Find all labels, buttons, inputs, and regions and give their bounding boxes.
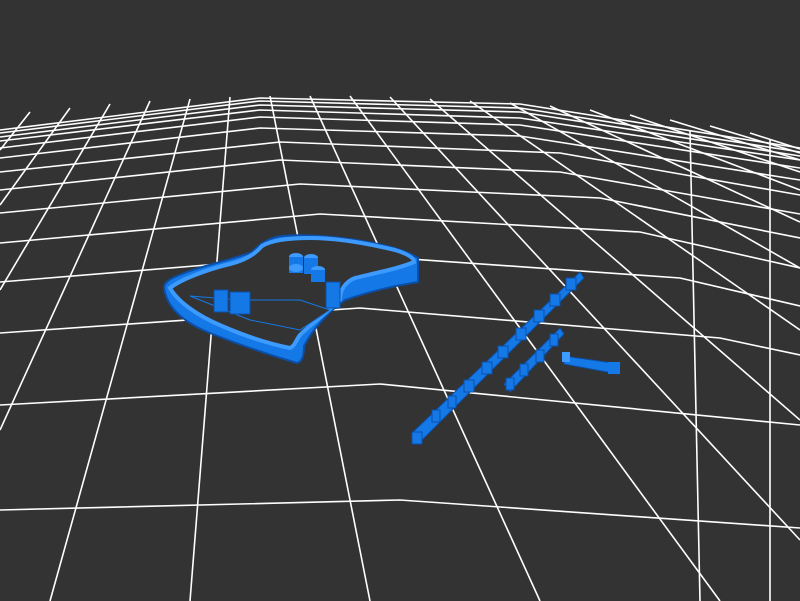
grid-line bbox=[0, 183, 800, 239]
cutter-post bbox=[325, 281, 341, 309]
small-bar-piece[interactable] bbox=[562, 352, 621, 375]
grid-line bbox=[189, 96, 231, 601]
grid-line bbox=[509, 102, 800, 269]
grid-line bbox=[0, 103, 111, 291]
ground-grid bbox=[0, 95, 800, 601]
cutter-post bbox=[213, 289, 229, 313]
grid-line bbox=[0, 499, 800, 529]
grid-line bbox=[689, 129, 701, 601]
grid-line bbox=[0, 100, 151, 431]
grid-line bbox=[0, 104, 800, 157]
3d-scene bbox=[0, 95, 800, 601]
grid-line bbox=[49, 98, 191, 601]
3d-viewport[interactable] bbox=[0, 0, 800, 601]
grid-line bbox=[549, 105, 800, 223]
grid-line bbox=[389, 96, 800, 541]
cutter-peg bbox=[311, 270, 325, 282]
guitar-body-cutter-outline[interactable] bbox=[162, 234, 419, 365]
grid-line bbox=[0, 383, 800, 426]
grid-line bbox=[0, 127, 800, 181]
cutter-post bbox=[229, 291, 251, 315]
cutter-peg bbox=[289, 264, 303, 272]
